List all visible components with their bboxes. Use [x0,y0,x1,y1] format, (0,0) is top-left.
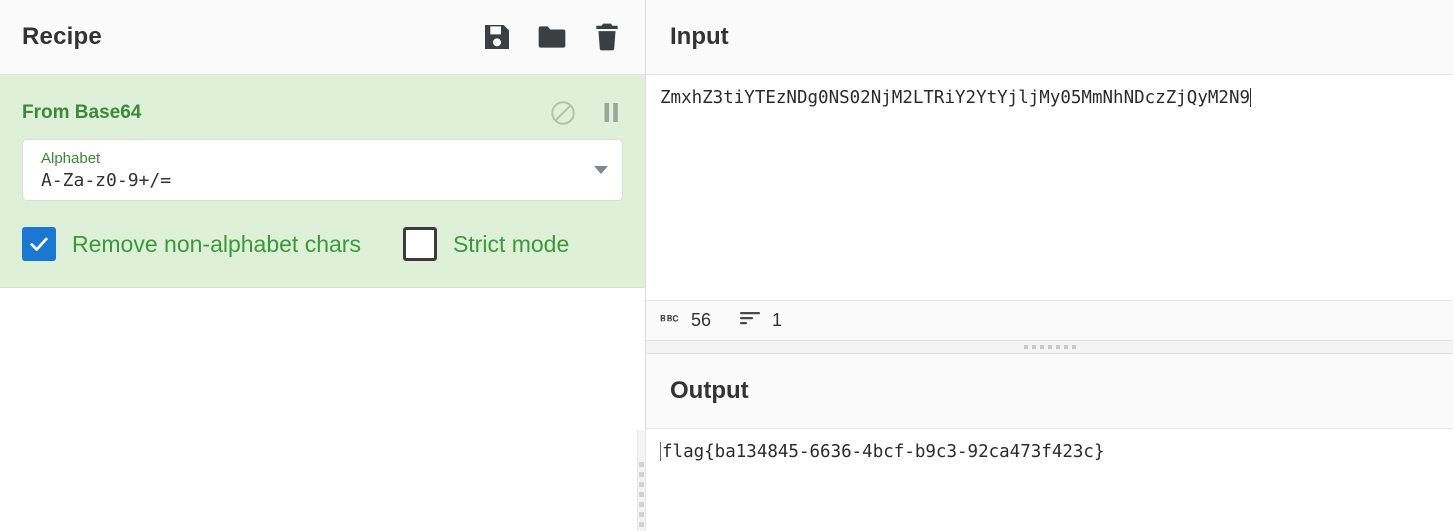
cyberchef-app: Recipe From Base64 Alphabet A-Za-z0-9+/=… [0,0,1454,531]
input-textarea[interactable]: ZmxhZ3tiYTEzNDg0NS02NjM2LTRiY2YtYjljMy05… [646,75,1453,300]
remove-non-alphabet-chars-label: Remove non-alphabet chars [72,230,361,257]
operation-checkboxes: Remove non-alphabet chars Strict mode [0,227,645,261]
chevron-down-icon[interactable] [594,166,608,174]
input-caret [1250,88,1252,107]
input-lines-group: 1 [739,310,782,331]
input-title: Input [670,23,729,50]
io-pane: Input ZmxhZ3tiYTEzNDg0NS02NjM2LTRiY2YtYj… [646,0,1453,531]
input-text: ZmxhZ3tiYTEzNDg0NS02NjM2LTRiY2YtYjljMy05… [660,88,1251,108]
input-length-value: 56 [691,310,712,330]
output-title-bar: Output [646,354,1453,429]
recipe-empty-area[interactable] [0,288,645,531]
operation-from-base64[interactable]: From Base64 Alphabet A-Za-z0-9+/= Remove… [0,75,645,288]
operation-list: From Base64 Alphabet A-Za-z0-9+/= Remove… [0,75,645,288]
checkbox-checked-icon[interactable] [22,227,56,261]
abc-icon [660,313,680,328]
operation-arguments: Alphabet A-Za-z0-9+/= [0,139,645,201]
recipe-title-bar: Recipe [0,0,645,75]
recipe-toolbar [481,21,623,53]
recipe-io-vertical-splitter[interactable] [637,430,646,531]
disable-operation-icon[interactable] [549,99,577,127]
input-length-group: 56 [660,310,711,331]
trash-icon[interactable] [591,21,623,53]
operation-header: From Base64 [0,75,645,139]
output-textarea[interactable]: flag{ba134845-6636-4bcf-b9c3-92ca473f423… [646,429,1453,531]
strict-mode-checkbox[interactable]: Strict mode [402,227,570,261]
strict-mode-label: Strict mode [452,230,570,257]
remove-non-alphabet-chars-checkbox[interactable]: Remove non-alphabet chars [22,227,361,261]
output-section: Output flag{ba134845-6636-4bcf-b9c3-92ca… [646,354,1453,531]
recipe-pane: Recipe From Base64 Alphabet A-Za-z0-9+/=… [0,0,646,531]
io-horizontal-splitter[interactable] [646,340,1453,354]
operation-controls [549,99,623,127]
alphabet-field[interactable]: Alphabet A-Za-z0-9+/= [22,139,623,201]
checkbox-unchecked-icon[interactable] [402,227,437,261]
save-icon[interactable] [481,21,513,53]
output-title: Output [670,377,749,404]
input-status-bar: 56 1 [646,300,1453,340]
breakpoint-pause-icon[interactable] [599,100,623,126]
input-title-bar: Input [646,0,1453,75]
alphabet-label: Alphabet [41,150,101,168]
input-lines-value: 1 [772,310,783,330]
output-caret [660,442,661,461]
alphabet-value: A-Za-z0-9+/= [41,170,172,192]
output-text: flag{ba134845-6636-4bcf-b9c3-92ca473f423… [662,442,1105,462]
operation-title: From Base64 [22,102,142,123]
input-section: Input ZmxhZ3tiYTEzNDg0NS02NjM2LTRiY2YtYj… [646,0,1453,340]
folder-icon[interactable] [536,21,568,53]
recipe-title: Recipe [22,23,102,50]
splitter-grip-icon [1023,345,1076,349]
lines-icon [739,310,761,331]
